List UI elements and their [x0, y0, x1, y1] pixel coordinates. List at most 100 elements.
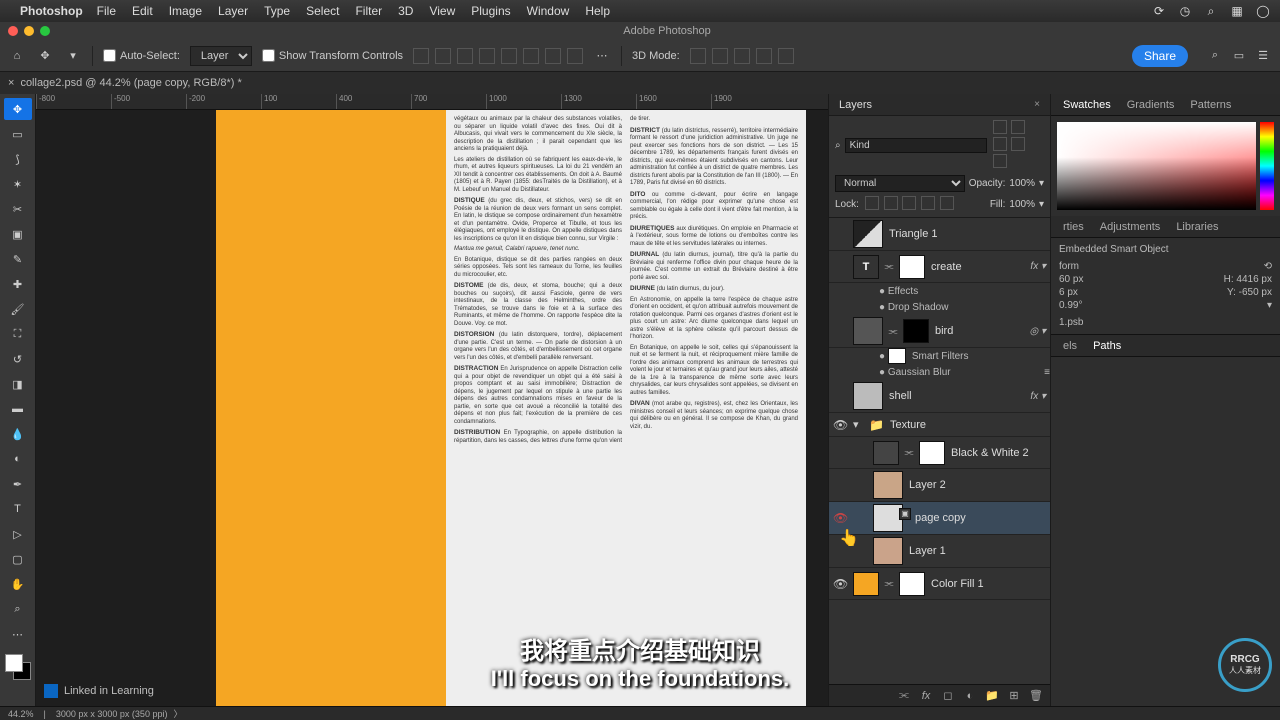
- filter-adjustment-icon[interactable]: [1011, 120, 1025, 134]
- arrange-icon[interactable]: ☰: [1254, 47, 1272, 65]
- layer-bird[interactable]: ⫘ bird ◎ ▾: [829, 315, 1050, 348]
- filter-type-icon[interactable]: [993, 137, 1007, 151]
- 3d-pan-icon[interactable]: [734, 48, 750, 64]
- smart-filters-header[interactable]: ● Smart Filters: [829, 348, 1050, 364]
- delete-layer-icon[interactable]: 🗑: [1030, 690, 1042, 702]
- prop-angle[interactable]: 0.99°: [1059, 300, 1082, 311]
- layer-layer2[interactable]: Layer 2: [829, 469, 1050, 502]
- pen-tool[interactable]: ✒: [4, 473, 32, 495]
- prop-x[interactable]: 6 px: [1059, 287, 1078, 298]
- smart-filter-gaussian[interactable]: ● Gaussian Blur≡: [829, 364, 1050, 380]
- cloud-sync-icon[interactable]: ⟳: [1152, 4, 1166, 18]
- layer-colorfill[interactable]: 👁 ⫘ Color Fill 1: [829, 568, 1050, 600]
- reset-icon[interactable]: ⟲: [1264, 261, 1272, 272]
- fill-value[interactable]: 100%: [1009, 199, 1035, 210]
- lock-all-icon[interactable]: [940, 196, 954, 210]
- distribute-v-icon[interactable]: [567, 48, 583, 64]
- crop-tool[interactable]: ✂: [4, 198, 32, 220]
- window-close[interactable]: [8, 26, 18, 36]
- visibility-toggle[interactable]: 👁: [833, 577, 847, 591]
- tab-channels[interactable]: els: [1055, 340, 1085, 352]
- filter-shape-icon[interactable]: [1011, 137, 1025, 151]
- distribute-h-icon[interactable]: [545, 48, 561, 64]
- layer-mask-icon[interactable]: ◻: [942, 690, 954, 702]
- frame-tool[interactable]: ▣: [4, 223, 32, 245]
- brush-tool[interactable]: 🖌: [4, 298, 32, 320]
- 3d-slide-icon[interactable]: [756, 48, 772, 64]
- menu-edit[interactable]: Edit: [132, 4, 153, 18]
- search-app-icon[interactable]: ⌕: [1206, 47, 1224, 65]
- menu-image[interactable]: Image: [169, 4, 202, 18]
- magic-wand-tool[interactable]: ✶: [4, 173, 32, 195]
- layer-create[interactable]: T ⫘ create fx ▾: [829, 251, 1050, 283]
- tab-properties[interactable]: rties: [1055, 221, 1092, 233]
- zoom-tool[interactable]: ⌕: [4, 598, 32, 620]
- edit-toolbar[interactable]: ⋯: [4, 623, 32, 645]
- history-brush-tool[interactable]: ↺: [4, 348, 32, 370]
- home-icon[interactable]: ⌂: [8, 47, 26, 65]
- align-top-icon[interactable]: [479, 48, 495, 64]
- new-group-icon[interactable]: 📁: [986, 690, 998, 702]
- path-selection-tool[interactable]: ▷: [4, 523, 32, 545]
- layers-tab[interactable]: Layers: [839, 99, 872, 111]
- show-transform-checkbox[interactable]: Show Transform Controls: [262, 49, 403, 62]
- lock-artboard-icon[interactable]: [921, 196, 935, 210]
- align-center-h-icon[interactable]: [435, 48, 451, 64]
- workspace-icon[interactable]: ▭: [1230, 47, 1248, 65]
- layer-shell[interactable]: shell fx ▾: [829, 380, 1050, 413]
- tab-gradients[interactable]: Gradients: [1119, 99, 1183, 111]
- menu-window[interactable]: Window: [527, 4, 570, 18]
- menu-layer[interactable]: Layer: [218, 4, 248, 18]
- window-minimize[interactable]: [24, 26, 34, 36]
- lock-position-icon[interactable]: [902, 196, 916, 210]
- 3d-orbit-icon[interactable]: [690, 48, 706, 64]
- zoom-level[interactable]: 44.2%: [8, 709, 34, 719]
- lock-pixels-icon[interactable]: [884, 196, 898, 210]
- clone-stamp-tool[interactable]: ⛶: [4, 323, 32, 345]
- user-icon[interactable]: ◯: [1256, 4, 1270, 18]
- menu-select[interactable]: Select: [306, 4, 339, 18]
- frame-icon[interactable]: ▦: [1230, 4, 1244, 18]
- search-icon[interactable]: ⌕: [1204, 4, 1218, 18]
- menu-3d[interactable]: 3D: [398, 4, 413, 18]
- align-bottom-icon[interactable]: [523, 48, 539, 64]
- align-center-v-icon[interactable]: [501, 48, 517, 64]
- link-layers-icon[interactable]: ⫘: [898, 690, 910, 702]
- layer-bw2[interactable]: ⫘ Black & White 2: [829, 437, 1050, 469]
- align-left-icon[interactable]: [413, 48, 429, 64]
- layer-filter-kind[interactable]: [845, 138, 987, 153]
- prop-h[interactable]: H: 4416 px: [1224, 274, 1272, 285]
- foreground-background-swatch[interactable]: [5, 654, 31, 680]
- menu-file[interactable]: File: [97, 4, 116, 18]
- tab-libraries[interactable]: Libraries: [1168, 221, 1226, 233]
- menu-help[interactable]: Help: [585, 4, 610, 18]
- tab-paths[interactable]: Paths: [1085, 340, 1129, 352]
- tab-swatches[interactable]: Swatches: [1055, 99, 1119, 111]
- move-tool-icon[interactable]: ✥: [36, 47, 54, 65]
- menu-view[interactable]: View: [429, 4, 455, 18]
- layer-layer1[interactable]: Layer 1: [829, 535, 1050, 568]
- effects-header[interactable]: ● Effects: [829, 283, 1050, 299]
- blur-tool[interactable]: 💧: [4, 423, 32, 445]
- doc-close-icon[interactable]: ×: [8, 77, 14, 89]
- doc-tab-name[interactable]: collage2.psd @ 44.2% (page copy, RGB/8*)…: [20, 77, 241, 89]
- menu-type[interactable]: Type: [264, 4, 290, 18]
- tab-patterns[interactable]: Patterns: [1182, 99, 1239, 111]
- app-name[interactable]: Photoshop: [20, 4, 83, 18]
- share-button[interactable]: Share: [1132, 45, 1188, 67]
- adjustment-layer-icon[interactable]: ◐: [964, 690, 976, 702]
- eyedropper-tool[interactable]: ✎: [4, 248, 32, 270]
- menu-filter[interactable]: Filter: [355, 4, 382, 18]
- healing-brush-tool[interactable]: ✚: [4, 273, 32, 295]
- gradient-tool[interactable]: ▬: [4, 398, 32, 420]
- visibility-toggle[interactable]: 👁: [833, 418, 847, 432]
- prop-w[interactable]: 60 px: [1059, 274, 1083, 285]
- type-tool[interactable]: T: [4, 498, 32, 520]
- filter-smartobj-icon[interactable]: [993, 154, 1007, 168]
- canvas-area[interactable]: -800-500-2001004007001000130016001900 vé…: [36, 94, 828, 706]
- hand-tool[interactable]: ✋: [4, 573, 32, 595]
- layer-group-texture[interactable]: 👁 ▾ 📁 Texture: [829, 413, 1050, 437]
- layer-pagecopy[interactable]: 👁 ▣ page copy: [829, 502, 1050, 535]
- auto-select-checkbox[interactable]: Auto-Select:: [103, 49, 180, 62]
- panel-close-icon[interactable]: ×: [1034, 99, 1040, 110]
